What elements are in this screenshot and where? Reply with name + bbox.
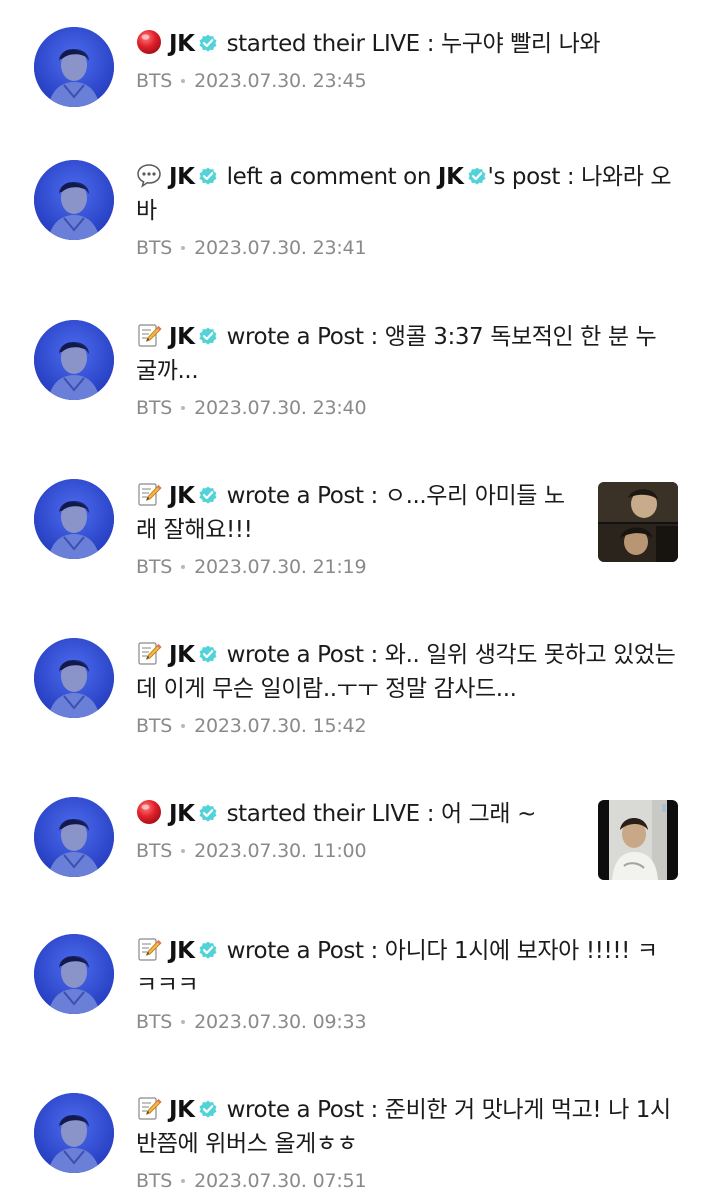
post-thumbnail[interactable]: [598, 482, 678, 562]
live-thumbnail[interactable]: [598, 800, 678, 880]
author-name[interactable]: JK: [169, 483, 195, 509]
separator-dot: [181, 1020, 186, 1024]
community-name: BTS: [136, 237, 173, 259]
notification-text: JK wrote a Post : 와.. 일위 생각도 못하고 있었는데 이게 …: [136, 638, 676, 706]
notification-content: JK started their LIVE : 어 그래 ~ BTS 2023.07.…: [136, 797, 581, 863]
notification-content: JK wrote a Post : 준비한 거 맛나게 먹고! 나 1시 반쯤에 …: [136, 1093, 676, 1193]
verified-badge-icon: [198, 29, 218, 52]
notification-text: JK started their LIVE : 어 그래 ~: [136, 797, 581, 831]
speech-bubble-icon: [136, 164, 169, 190]
timestamp: 2023.07.30. 07:51: [194, 1170, 367, 1192]
community-name: BTS: [136, 840, 173, 862]
memo-icon: [136, 1097, 169, 1123]
timestamp: 2023.07.30. 11:00: [194, 840, 367, 862]
verified-badge-icon: [198, 162, 218, 185]
author-name[interactable]: JK: [169, 31, 195, 57]
notification-meta: BTS 2023.07.30. 23:40: [136, 396, 676, 420]
author-name[interactable]: JK: [169, 324, 195, 350]
author-name[interactable]: JK: [169, 642, 195, 668]
notification-meta: BTS 2023.07.30. 15:42: [136, 714, 676, 738]
memo-icon: [136, 938, 169, 964]
author-name[interactable]: JK: [169, 164, 195, 190]
notification-action: started their LIVE : 어 그래 ~: [226, 801, 537, 827]
notification-content: JK wrote a Post : 아니다 1시에 보자아 !!!!! ㅋㅋㅋㅋ B…: [136, 934, 676, 1034]
live-dot-icon: [136, 30, 169, 57]
target-author-name[interactable]: JK: [438, 164, 464, 190]
timestamp: 2023.07.30. 15:42: [194, 715, 367, 737]
notification-text: JK wrote a Post : ㅇ...우리 아미들 노래 잘해요!!!: [136, 479, 581, 547]
avatar[interactable]: [34, 479, 114, 559]
notification-feed: JK started their LIVE : 누구야 빨리 나와 BTS 2023.…: [0, 0, 712, 1200]
timestamp: 2023.07.30. 21:19: [194, 556, 367, 578]
memo-icon: [136, 483, 169, 509]
author-name[interactable]: JK: [169, 801, 195, 827]
separator-dot: [181, 406, 186, 410]
notification-content: JK wrote a Post : 앵콜 3:37 독보적인 한 분 누굴까...…: [136, 320, 676, 420]
live-dot-icon: [136, 800, 169, 827]
avatar[interactable]: [34, 160, 114, 240]
notification-content: JK left a comment on JK's post : 나와라 오바 BT…: [136, 160, 676, 260]
community-name: BTS: [136, 1011, 173, 1033]
avatar[interactable]: [34, 320, 114, 400]
avatar[interactable]: [34, 934, 114, 1014]
separator-dot: [181, 849, 186, 853]
notification-text: JK wrote a Post : 준비한 거 맛나게 먹고! 나 1시 반쯤에 …: [136, 1093, 676, 1161]
notification-text: JK left a comment on JK's post : 나와라 오바: [136, 160, 676, 228]
separator-dot: [181, 1179, 186, 1183]
memo-icon: [136, 642, 169, 668]
notification-meta: BTS 2023.07.30. 11:00: [136, 839, 581, 863]
avatar[interactable]: [34, 638, 114, 718]
author-name[interactable]: JK: [169, 938, 195, 964]
verified-badge-icon: [198, 1095, 218, 1118]
timestamp: 2023.07.30. 09:33: [194, 1011, 367, 1033]
community-name: BTS: [136, 1170, 173, 1192]
verified-badge-icon: [467, 162, 487, 185]
notification-content: JK wrote a Post : 와.. 일위 생각도 못하고 있었는데 이게 …: [136, 638, 676, 738]
notification-meta: BTS 2023.07.30. 23:45: [136, 69, 676, 93]
notification-content: JK wrote a Post : ㅇ...우리 아미들 노래 잘해요!!! BTS…: [136, 479, 581, 579]
verified-badge-icon: [198, 936, 218, 959]
memo-icon: [136, 324, 169, 350]
separator-dot: [181, 724, 186, 728]
community-name: BTS: [136, 70, 173, 92]
timestamp: 2023.07.30. 23:40: [194, 397, 367, 419]
separator-dot: [181, 246, 186, 250]
community-name: BTS: [136, 397, 173, 419]
verified-badge-icon: [198, 481, 218, 504]
notification-action: started their LIVE : 누구야 빨리 나와: [226, 31, 601, 57]
notification-action: left a comment on: [226, 164, 432, 190]
avatar[interactable]: [34, 27, 114, 107]
notification-content: JK started their LIVE : 누구야 빨리 나와 BTS 2023.…: [136, 27, 676, 93]
notification-text: JK wrote a Post : 아니다 1시에 보자아 !!!!! ㅋㅋㅋㅋ: [136, 934, 676, 1002]
avatar[interactable]: [34, 1093, 114, 1173]
notification-meta: BTS 2023.07.30. 23:41: [136, 236, 676, 260]
verified-badge-icon: [198, 322, 218, 345]
community-name: BTS: [136, 556, 173, 578]
timestamp: 2023.07.30. 23:45: [194, 70, 367, 92]
verified-badge-icon: [198, 799, 218, 822]
notification-text: JK started their LIVE : 누구야 빨리 나와: [136, 27, 676, 61]
notification-text: JK wrote a Post : 앵콜 3:37 독보적인 한 분 누굴까...: [136, 320, 676, 388]
timestamp: 2023.07.30. 23:41: [194, 237, 367, 259]
verified-badge-icon: [198, 640, 218, 663]
notification-meta: BTS 2023.07.30. 07:51: [136, 1169, 676, 1193]
separator-dot: [181, 565, 186, 569]
avatar[interactable]: [34, 797, 114, 877]
notification-meta: BTS 2023.07.30. 21:19: [136, 555, 581, 579]
author-name[interactable]: JK: [169, 1097, 195, 1123]
separator-dot: [181, 79, 186, 83]
notification-meta: BTS 2023.07.30. 09:33: [136, 1010, 676, 1034]
community-name: BTS: [136, 715, 173, 737]
